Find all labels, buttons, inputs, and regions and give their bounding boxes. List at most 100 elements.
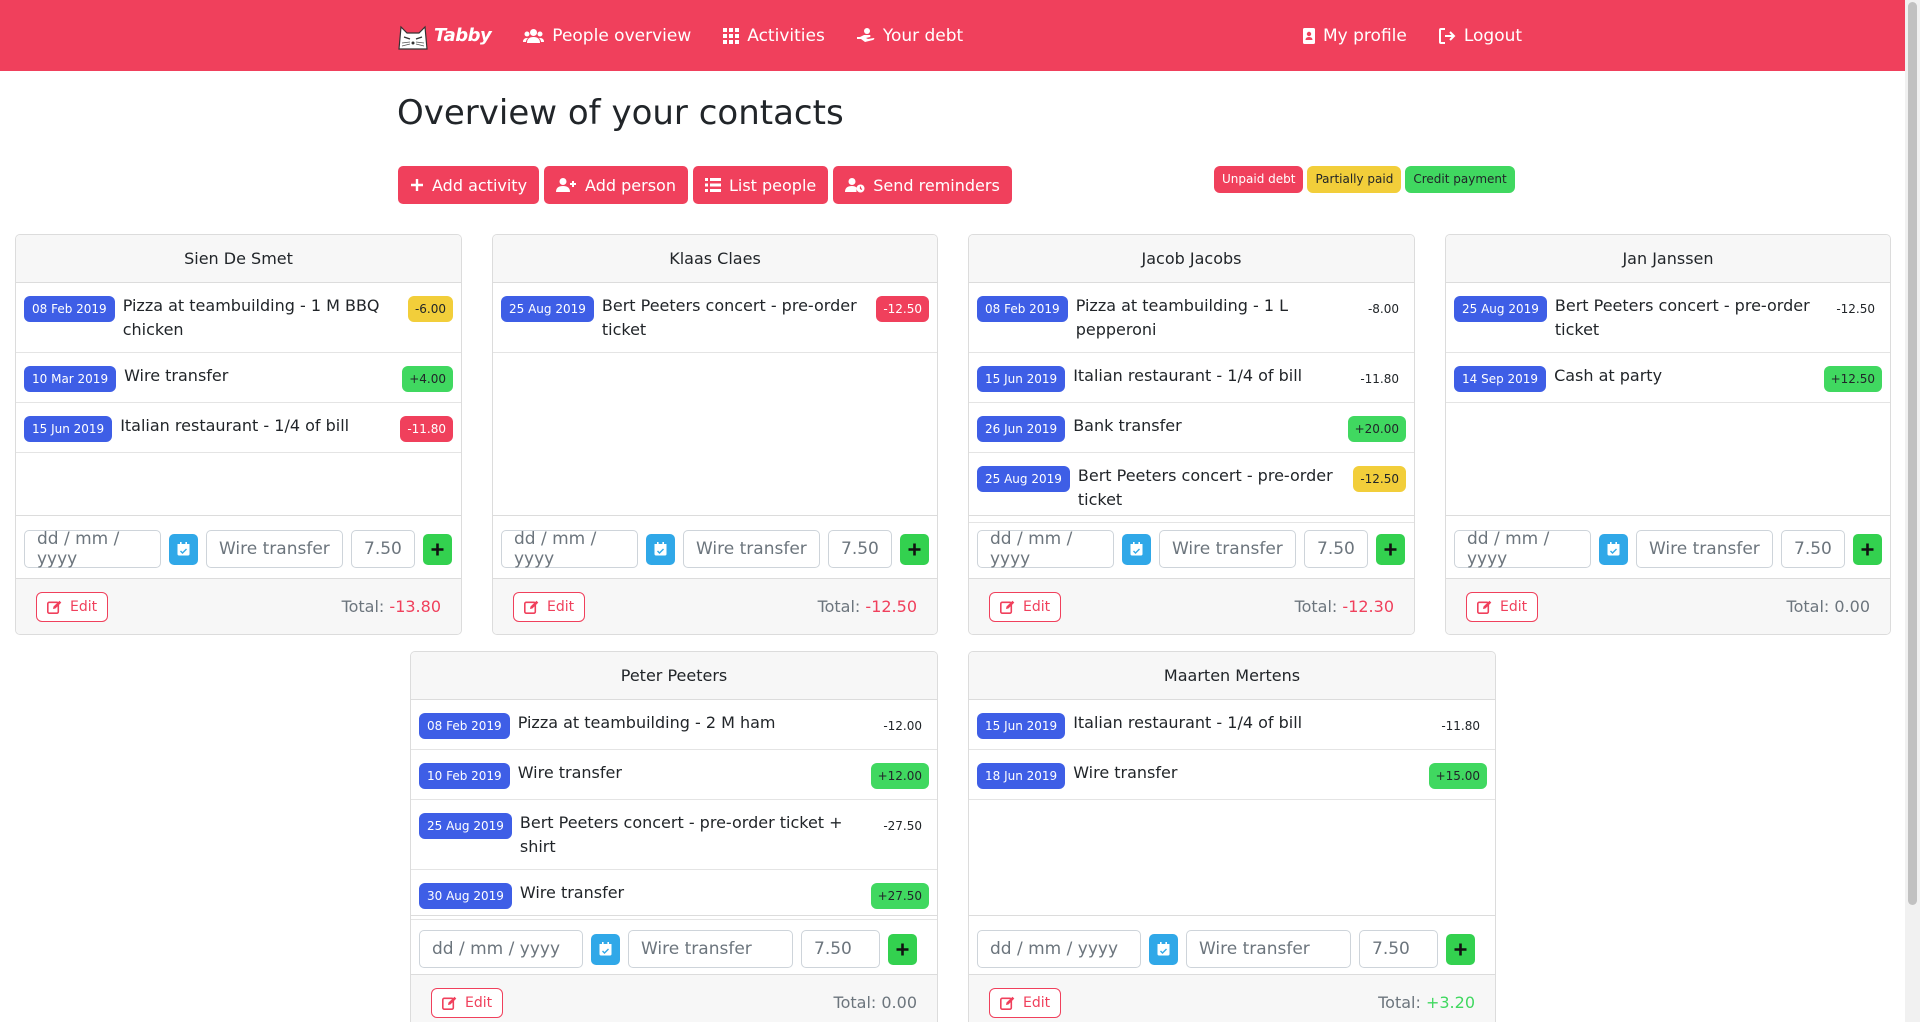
total-display: Total: +3.20	[1378, 993, 1475, 1012]
nav-logout[interactable]: Logout	[1438, 26, 1522, 46]
description-input[interactable]: Wire transfer	[206, 530, 343, 568]
amount-input[interactable]: 7.50	[1304, 530, 1368, 568]
total-label: Total:	[817, 597, 861, 616]
transaction-row[interactable]: 25 Aug 2019 Bert Peeters concert - pre-o…	[1446, 283, 1890, 353]
transaction-description: Italian restaurant - 1/4 of bill	[120, 416, 350, 435]
transaction-row[interactable]: 25 Aug 2019 Bert Peeters concert - pre-o…	[493, 283, 937, 353]
amount-badge: -8.00	[1367, 302, 1399, 316]
amount-input[interactable]: 7.50	[1359, 930, 1438, 968]
transaction-row[interactable]: 08 Feb 2019 Pizza at teambuilding - 2 M …	[411, 700, 937, 750]
date-input[interactable]: dd / mm / yyyy	[24, 529, 161, 569]
amount-input[interactable]: 7.50	[351, 530, 415, 568]
legend-partial-badge: Partially paid	[1307, 166, 1402, 193]
description-input[interactable]: Wire transfer	[1186, 930, 1351, 968]
calendar-button[interactable]	[1122, 533, 1151, 565]
brand-link[interactable]: Tabby	[396, 21, 492, 51]
add-person-button[interactable]: Add person	[544, 166, 688, 204]
transaction-row[interactable]: 15 Jun 2019 Italian restaurant - 1/4 of …	[969, 353, 1414, 403]
transaction-row[interactable]: 25 Aug 2019 Bert Peeters concert - pre-o…	[969, 453, 1414, 523]
transaction-description: Wire transfer	[1073, 763, 1178, 782]
edit-button[interactable]: Edit	[36, 591, 109, 622]
description-placeholder: Wire transfer	[1199, 939, 1310, 959]
transaction-row[interactable]: 14 Sep 2019 Cash at party +12.50	[1446, 353, 1890, 403]
add-transaction-button[interactable]	[900, 533, 929, 565]
edit-button[interactable]: Edit	[513, 591, 586, 622]
nav-my-profile[interactable]: My profile	[1303, 26, 1407, 46]
add-transaction-button[interactable]	[423, 533, 452, 565]
date-input[interactable]: dd / mm / yyyy	[419, 930, 583, 968]
total-value: -12.30	[1342, 597, 1394, 616]
description-input[interactable]: Wire transfer	[1159, 530, 1296, 568]
transaction-row[interactable]: 08 Feb 2019 Pizza at teambuilding - 1 M …	[16, 283, 461, 353]
calendar-button[interactable]	[1599, 533, 1628, 565]
total-display: Total: -12.50	[818, 597, 917, 616]
plus-icon	[908, 543, 921, 555]
add-transaction-button[interactable]	[1446, 933, 1475, 965]
add-transaction-button[interactable]	[888, 933, 917, 965]
transaction-row[interactable]: 25 Aug 2019 Bert Peeters concert - pre-o…	[411, 800, 937, 870]
date-input[interactable]: dd / mm / yyyy	[977, 930, 1141, 968]
nav-activities[interactable]: Activities	[723, 26, 825, 46]
transaction-list: 08 Feb 2019 Pizza at teambuilding - 2 M …	[411, 700, 937, 920]
amount-input[interactable]: 7.50	[1781, 530, 1845, 568]
nav-your-debt[interactable]: Your debt	[856, 26, 963, 46]
calendar-button[interactable]	[1149, 933, 1178, 965]
person-name: Jan Janssen	[1446, 235, 1890, 283]
description-input[interactable]: Wire transfer	[628, 930, 793, 968]
date-badge: 08 Feb 2019	[419, 713, 510, 739]
amount-input[interactable]: 7.50	[801, 930, 880, 968]
edit-button[interactable]: Edit	[989, 591, 1062, 622]
description-input[interactable]: Wire transfer	[683, 530, 820, 568]
amount-input[interactable]: 7.50	[828, 530, 892, 568]
transaction-row[interactable]: 18 Jun 2019 Wire transfer +15.00	[969, 750, 1495, 800]
edit-icon	[1000, 996, 1015, 1010]
transaction-row[interactable]: 10 Feb 2019 Wire transfer +12.00	[411, 750, 937, 800]
list-people-button[interactable]: List people	[692, 166, 829, 204]
scrollbar-thumb[interactable]	[1908, 2, 1917, 905]
send-reminders-button[interactable]: Send reminders	[833, 166, 1012, 204]
edit-button[interactable]: Edit	[1466, 591, 1539, 622]
calendar-button[interactable]	[646, 533, 675, 565]
date-input[interactable]: dd / mm / yyyy	[501, 529, 638, 569]
person-name: Maarten Mertens	[969, 652, 1495, 700]
transaction-description: Cash at party	[1554, 366, 1663, 385]
amount-badge: -6.00	[407, 296, 453, 322]
add-transaction-form: dd / mm / yyyy Wire transfer 7.50	[493, 515, 937, 582]
calendar-icon	[1607, 542, 1620, 556]
edit-button[interactable]: Edit	[431, 987, 504, 1018]
date-badge: 14 Sep 2019	[1454, 366, 1547, 392]
cat-logo-icon	[398, 25, 428, 50]
description-input[interactable]: Wire transfer	[1636, 530, 1773, 568]
card-footer: Edit Total: +3.20	[969, 974, 1495, 1022]
calendar-button[interactable]	[169, 533, 198, 565]
description-placeholder: Wire transfer	[1649, 539, 1760, 559]
transaction-row[interactable]: 26 Jun 2019 Bank transfer +20.00	[969, 403, 1414, 453]
date-badge: 15 Jun 2019	[977, 366, 1066, 392]
calendar-button[interactable]	[591, 933, 620, 965]
plus-icon	[411, 179, 423, 191]
transaction-row[interactable]: 15 Jun 2019 Italian restaurant - 1/4 of …	[16, 403, 461, 453]
page-scrollbar[interactable]	[1905, 0, 1920, 1022]
plus-icon	[1454, 943, 1467, 955]
transaction-row[interactable]: 15 Jun 2019 Italian restaurant - 1/4 of …	[969, 700, 1495, 750]
date-placeholder: dd / mm / yyyy	[990, 529, 1073, 569]
transaction-list: 08 Feb 2019 Pizza at teambuilding - 1 L …	[969, 283, 1414, 523]
edit-button[interactable]: Edit	[989, 987, 1062, 1018]
list-people-label: List people	[728, 175, 817, 195]
edit-icon	[524, 600, 539, 614]
add-transaction-form: dd / mm / yyyy Wire transfer 7.50	[969, 915, 1495, 982]
date-input[interactable]: dd / mm / yyyy	[977, 529, 1114, 569]
total-display: Total: -12.30	[1295, 597, 1394, 616]
add-activity-button[interactable]: Add activity	[398, 166, 540, 204]
add-transaction-button[interactable]	[1853, 533, 1882, 565]
nav-people-overview[interactable]: People overview	[523, 26, 691, 46]
transaction-row[interactable]: 10 Mar 2019 Wire transfer +4.00	[16, 353, 461, 403]
total-value: 0.00	[881, 993, 917, 1012]
edit-icon	[1000, 600, 1015, 614]
date-badge: 08 Feb 2019	[977, 296, 1068, 322]
add-transaction-form: dd / mm / yyyy Wire transfer 7.50	[969, 515, 1414, 582]
date-input[interactable]: dd / mm / yyyy	[1454, 529, 1591, 569]
add-transaction-button[interactable]	[1376, 533, 1405, 565]
transaction-row[interactable]: 30 Aug 2019 Wire transfer +27.50	[411, 870, 937, 920]
transaction-row[interactable]: 08 Feb 2019 Pizza at teambuilding - 1 L …	[969, 283, 1414, 353]
